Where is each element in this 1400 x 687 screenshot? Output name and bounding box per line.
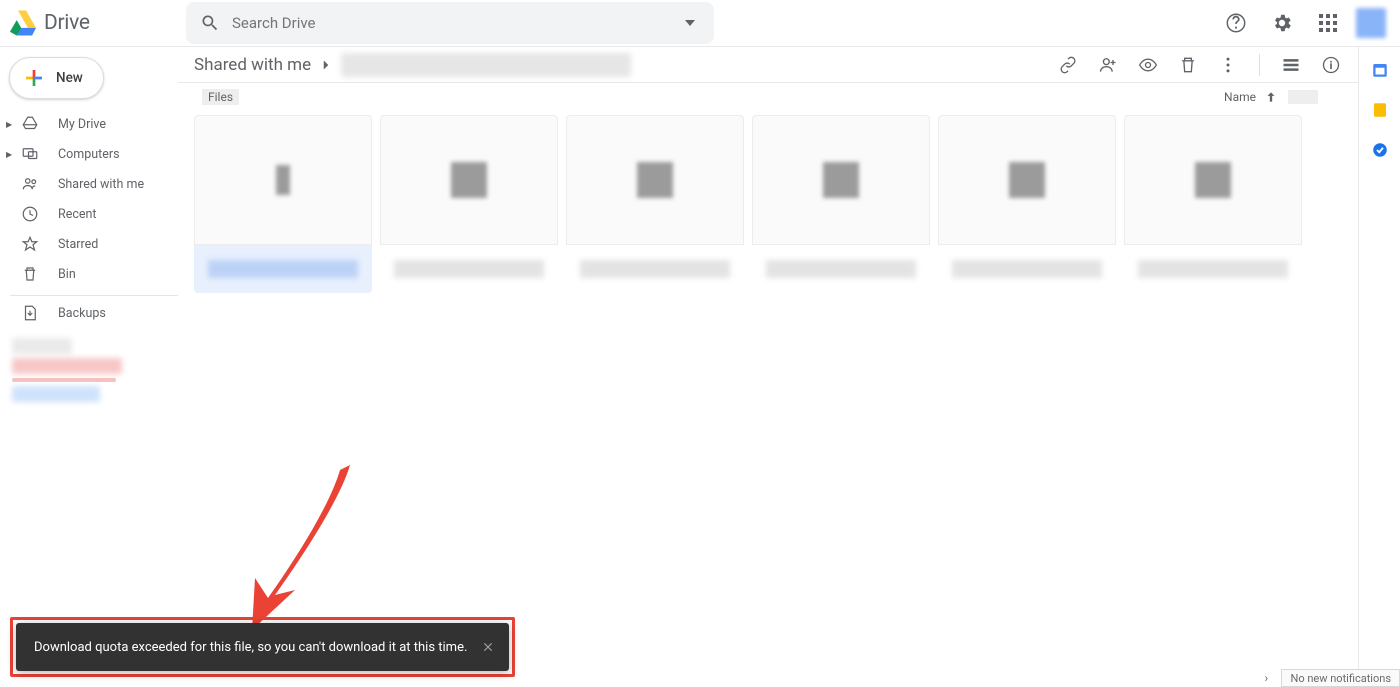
status-bar: › No new notifications [1281,669,1400,687]
search-input[interactable] [228,14,672,32]
tasks-addon-icon[interactable] [1371,141,1389,159]
list-headers: Files Name [178,83,1358,111]
sidebar-item-shared-with-me[interactable]: Shared with me [0,169,178,199]
status-text: No new notifications [1290,672,1391,685]
apps-grid-icon[interactable] [1310,5,1346,41]
header: Drive [0,0,1400,47]
sidebar-item-bin[interactable]: Bin [0,259,178,289]
chevron-right-icon[interactable]: › [1264,671,1268,685]
search-options-dropdown-icon[interactable] [672,5,708,41]
link-icon[interactable] [1057,54,1079,76]
calendar-addon-icon[interactable] [1371,61,1389,79]
breadcrumb-root[interactable]: Shared with me [194,55,311,75]
backups-icon [20,303,40,323]
separator [1259,54,1260,76]
header-actions [1218,5,1392,41]
divider [10,295,178,296]
info-icon[interactable] [1320,54,1342,76]
toolbar-actions [1057,54,1342,76]
file-card[interactable] [566,115,744,293]
sidebar-item-label: Backups [58,306,106,321]
file-card[interactable] [752,115,930,293]
avatar[interactable] [1356,8,1386,38]
storage-section-redacted [12,338,166,402]
sidebar-item-my-drive[interactable]: ▶My Drive [0,109,178,139]
plus-icon [22,66,46,90]
star-icon [20,234,40,254]
more-options-icon[interactable] [1217,54,1239,76]
file-card[interactable] [1124,115,1302,293]
drive-logo-icon [8,10,36,36]
trash-icon[interactable] [1177,54,1199,76]
sidebar-item-starred[interactable]: Starred [0,229,178,259]
share-person-icon[interactable] [1097,54,1119,76]
search-icon[interactable] [192,5,228,41]
preview-eye-icon[interactable] [1137,54,1159,76]
sidebar-item-label: Bin [58,267,76,282]
sidebar-item-label: Recent [58,207,97,222]
keep-addon-icon[interactable] [1371,101,1389,119]
help-icon[interactable] [1218,5,1254,41]
sidebar-item-label: Shared with me [58,177,144,192]
files-section-label: Files [202,89,239,105]
sidebar-item-label: Starred [58,237,98,252]
my-drive-icon [20,114,40,134]
bin-icon [20,264,40,284]
recent-icon [20,204,40,224]
breadcrumb-bar: Shared with me [178,47,1358,83]
file-card[interactable] [380,115,558,293]
new-button-label: New [56,70,83,86]
main-content: Shared with me Files Name [178,47,1358,687]
sort-by-name[interactable]: Name [1224,90,1278,104]
sidebar-item-label: My Drive [58,117,106,132]
sidebar-item-backups[interactable]: Backups [0,298,178,328]
settings-gear-icon[interactable] [1264,5,1300,41]
brand[interactable]: Drive [8,10,186,36]
new-button[interactable]: New [9,57,104,99]
file-card[interactable] [194,115,372,293]
sidebar: New ▶My Drive ▶Computers Shared with me … [0,47,178,687]
sidebar-item-label: Computers [58,147,120,162]
chevron-right-icon [317,56,335,74]
toast-highlight-frame: Download quota exceeded for this file, s… [10,617,515,677]
computers-icon [20,144,40,164]
sidebar-item-computers[interactable]: ▶Computers [0,139,178,169]
shared-icon [20,174,40,194]
toast-message: Download quota exceeded for this file, s… [34,640,467,655]
toast-notification: Download quota exceeded for this file, s… [16,623,509,671]
breadcrumb-current-redacted[interactable] [341,53,631,77]
file-grid [178,111,1358,297]
search-bar[interactable] [186,2,714,44]
sort-asc-arrow-icon [1264,90,1278,104]
brand-name: Drive [44,11,90,35]
sidebar-item-recent[interactable]: Recent [0,199,178,229]
side-panel [1358,47,1400,687]
list-view-icon[interactable] [1280,54,1302,76]
file-card[interactable] [938,115,1116,293]
close-icon[interactable] [481,640,495,654]
